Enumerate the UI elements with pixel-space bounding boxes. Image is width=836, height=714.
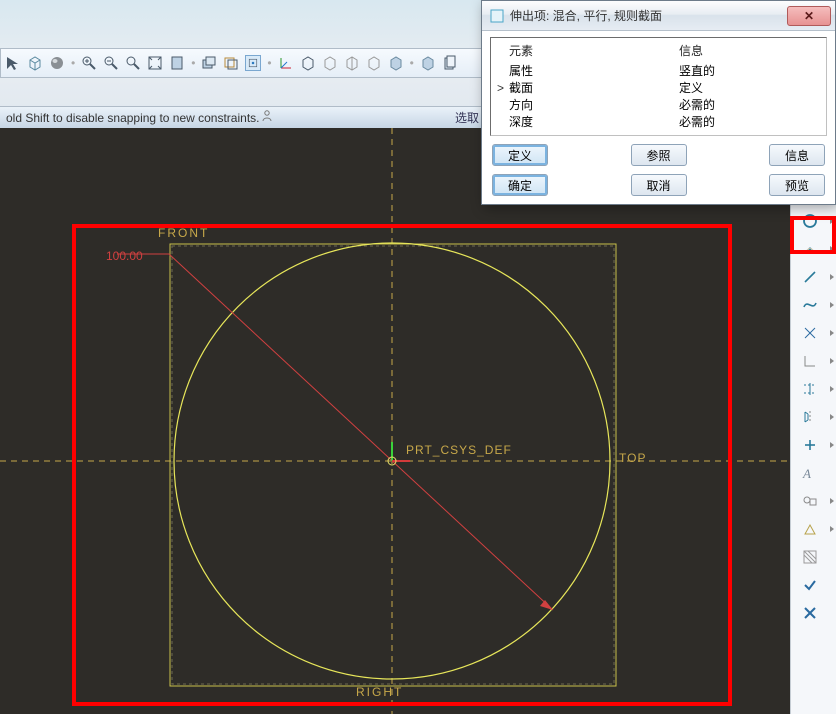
box2-icon[interactable] (344, 55, 360, 71)
sketch-tool-strip: A (790, 180, 836, 714)
select-label[interactable]: 选取 (455, 109, 479, 126)
line-icon[interactable] (802, 268, 826, 286)
svg-text:A: A (802, 466, 811, 481)
zoom-fit-icon[interactable] (147, 55, 163, 71)
dialog-close-button[interactable]: ✕ (787, 6, 831, 26)
sheet-icon[interactable] (169, 55, 185, 71)
zoom-out-icon[interactable] (103, 55, 119, 71)
select-arrow-icon[interactable] (5, 55, 21, 71)
cancel-button[interactable]: 取消 (631, 174, 687, 196)
layers-icon[interactable] (201, 55, 217, 71)
dialog-app-icon (490, 9, 504, 23)
point-icon[interactable] (802, 240, 826, 258)
hatch-icon[interactable] (802, 548, 826, 566)
zoom-window-icon[interactable] (125, 55, 141, 71)
csys-icon[interactable] (278, 55, 294, 71)
hint-text: old Shift to disable snapping to new con… (6, 111, 260, 125)
box3-icon[interactable] (366, 55, 382, 71)
circle-icon[interactable] (802, 212, 826, 230)
preview-button[interactable]: 预览 (769, 174, 825, 196)
box4-icon[interactable] (388, 55, 404, 71)
element-row[interactable]: > 截面 定义 (497, 80, 820, 97)
sketch-viewport[interactable]: 100.00 FRONT RIGHT TOP PRT_CSYS_DEF (0, 128, 790, 714)
docs-icon[interactable] (442, 55, 458, 71)
spline-icon[interactable] (802, 296, 826, 314)
check-icon[interactable] (802, 576, 826, 594)
sphere-icon[interactable] (49, 55, 65, 71)
element-row[interactable]: 方向 必需的 (497, 97, 820, 114)
delete-point-icon[interactable] (802, 324, 826, 342)
view-dot-icon[interactable] (245, 55, 261, 71)
define-button[interactable]: 定义 (492, 144, 548, 166)
top-label: TOP (619, 451, 646, 465)
elements-listbox[interactable]: 元素 信息 属性 竖直的 > 截面 定义 方向 必需的 深度 必需的 (490, 37, 827, 136)
cube-icon[interactable] (300, 55, 316, 71)
planes-icon[interactable] (223, 55, 239, 71)
status-hint-bar: old Shift to disable snapping to new con… (0, 106, 485, 128)
dimension-value: 100.00 (106, 249, 143, 263)
palette-icon[interactable] (802, 520, 826, 538)
plus-icon[interactable] (802, 436, 826, 454)
person-icon (260, 109, 274, 126)
element-row[interactable]: 属性 竖直的 (497, 63, 820, 80)
close-icon[interactable] (802, 604, 826, 622)
col-elements: 元素 (509, 42, 679, 59)
element-row[interactable]: 深度 必需的 (497, 114, 820, 131)
zoom-in-icon[interactable] (81, 55, 97, 71)
info-button[interactable]: 信息 (769, 144, 825, 166)
right-label: RIGHT (356, 685, 403, 699)
sketch-group-icon[interactable] (802, 492, 826, 510)
ok-button[interactable]: 确定 (492, 174, 548, 196)
col-info: 信息 (679, 42, 820, 59)
text-icon[interactable]: A (802, 464, 826, 482)
dialog-titlebar[interactable]: 伸出项: 混合, 平行, 规则截面 ✕ (482, 1, 835, 31)
trim-horiz-icon[interactable] (802, 380, 826, 398)
box-icon[interactable] (322, 55, 338, 71)
corner-icon[interactable] (802, 352, 826, 370)
main-toolbar: • • • • (0, 48, 485, 78)
dialog-title-text: 伸出项: 混合, 平行, 规则截面 (510, 7, 662, 24)
protrusion-dialog: 伸出项: 混合, 平行, 规则截面 ✕ 元素 信息 属性 竖直的 > 截面 定义… (481, 0, 836, 205)
cube-wire-icon[interactable] (27, 55, 43, 71)
box5-icon[interactable] (420, 55, 436, 71)
front-label: FRONT (158, 226, 209, 240)
reference-button[interactable]: 参照 (631, 144, 687, 166)
csys-label: PRT_CSYS_DEF (406, 443, 512, 457)
mirror-icon[interactable] (802, 408, 826, 426)
